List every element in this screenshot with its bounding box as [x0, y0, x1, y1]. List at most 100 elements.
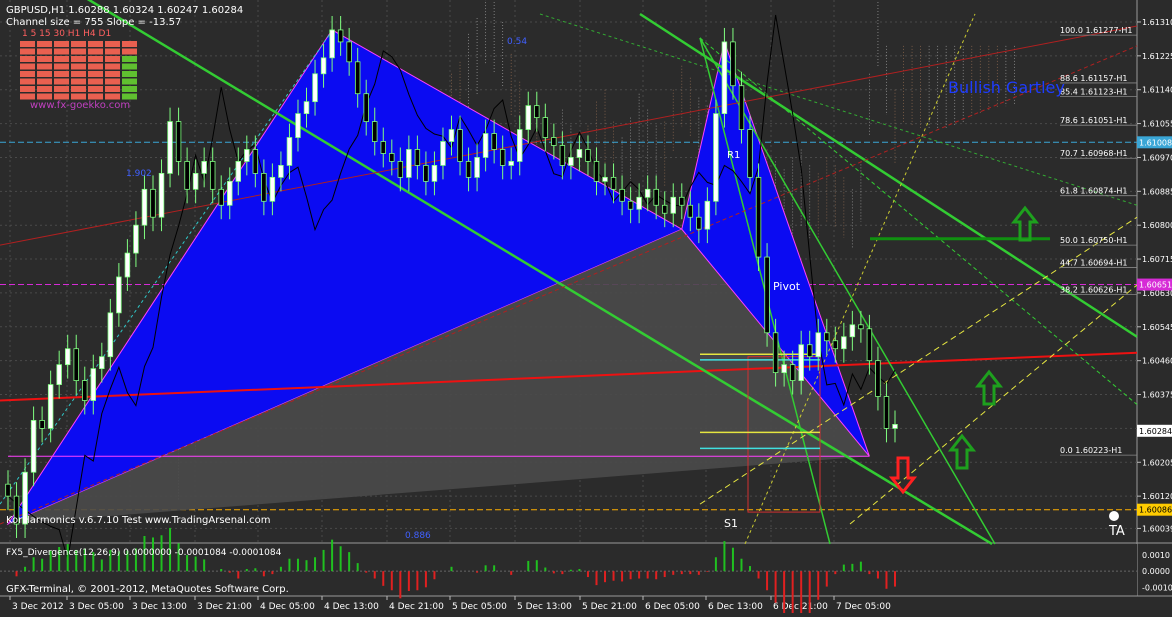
- channel-info: Channel size = 755 Slope = -13.57: [6, 17, 181, 28]
- candle-body: [295, 113, 301, 138]
- timeframe-cell: [88, 71, 103, 77]
- candle-body: [209, 161, 216, 190]
- timeframe-cell: [105, 78, 120, 85]
- fib-label: 44.7 1.60694-H1: [1060, 258, 1127, 267]
- price-marker-label: 1.60651: [1139, 281, 1172, 290]
- candle-body: [5, 483, 11, 497]
- timeframe-cell: [54, 56, 69, 62]
- candle-body: [892, 424, 898, 429]
- timeframe-cell: [37, 63, 52, 70]
- candle-body: [704, 200, 711, 230]
- timeframe-cell: [37, 48, 52, 55]
- timeframe-cell: [88, 48, 103, 55]
- candle-body: [653, 188, 659, 206]
- price-tick-label: 1.61055: [1142, 120, 1172, 129]
- candle-body: [286, 137, 293, 166]
- candle-body: [627, 200, 634, 210]
- timeframe-cell: [71, 63, 86, 70]
- timeframe-cell: [54, 86, 69, 92]
- candle-body: [585, 149, 591, 162]
- candle-body: [329, 29, 335, 59]
- timeframe-cell: [88, 78, 103, 85]
- fib-label: 85.4 1.61123-H1: [1060, 87, 1127, 96]
- candle-body: [883, 396, 890, 429]
- price-tick-label: 1.60039: [1142, 524, 1172, 533]
- candle-body: [167, 121, 173, 174]
- timeframe-cell: [20, 63, 35, 70]
- candle-body: [261, 172, 267, 202]
- candle-body: [337, 29, 344, 43]
- candle-body: [482, 133, 489, 158]
- candle-body: [491, 133, 497, 150]
- fib-label: 78.6 1.61051-H1: [1060, 116, 1127, 125]
- copyright: GFX-Terminal, © 2001-2012, MetaQuotes So…: [6, 584, 289, 595]
- s1-label: S1: [724, 517, 738, 530]
- time-tick-label: 3 Dec 05:00: [69, 602, 124, 612]
- candle-body: [534, 105, 540, 119]
- timeframe-cell: [88, 63, 103, 70]
- indicator-footer: KorHarmonics v.6.7.10 Test www.TradingAr…: [6, 515, 271, 526]
- timeframe-cell: [54, 78, 69, 85]
- timeframe-cell: [122, 86, 137, 92]
- candle-body: [815, 332, 821, 358]
- osc-tick-label: 0.0000: [1142, 567, 1170, 576]
- candle-body: [431, 165, 438, 182]
- fib-label: 100.0 1.61277-H1: [1060, 26, 1133, 35]
- candle-body: [644, 188, 651, 198]
- timeframe-cell: [122, 41, 137, 47]
- pattern-title: Bullish Gartley: [948, 78, 1065, 97]
- candle-body: [278, 165, 284, 178]
- candle-body: [90, 368, 97, 401]
- candle-body: [542, 117, 549, 138]
- site-url[interactable]: www.fx-goekko.com: [30, 100, 130, 111]
- timeframe-cell: [71, 86, 86, 92]
- timeframe-cell: [88, 93, 103, 100]
- candle-body: [252, 149, 259, 174]
- price-tick-label: 1.61140: [1142, 86, 1172, 95]
- time-tick-label: 4 Dec 05:00: [260, 602, 315, 612]
- timeframe-cell: [122, 93, 137, 100]
- candle-body: [499, 149, 506, 166]
- candle-body: [781, 364, 787, 374]
- candle-body: [474, 157, 480, 178]
- timeframe-row[interactable]: 1 5 15 30 H1 H4 D1: [22, 29, 111, 39]
- fib-label: 38.2 1.60626-H1: [1060, 286, 1127, 295]
- candle-body: [423, 165, 429, 182]
- candle-body: [798, 344, 804, 381]
- mt4-chart-window[interactable]: 100.0 1.61277-H1 88.6 1.61157-H1 85.4 1.61…: [0, 0, 1172, 617]
- timeframe-cell: [71, 48, 86, 55]
- timeframe-cell: [20, 93, 35, 100]
- timeframe-cell: [122, 56, 137, 62]
- time-tick-label: 5 Dec 21:00: [582, 602, 637, 612]
- candle-body: [764, 256, 770, 334]
- candle-body: [841, 336, 847, 350]
- time-tick-label: 5 Dec 13:00: [517, 602, 572, 612]
- timeframe-cell: [54, 48, 69, 55]
- time-tick-label: 3 Dec 21:00: [197, 602, 252, 612]
- candle-body: [730, 41, 736, 87]
- candle-body: [184, 161, 190, 190]
- trader-icon-head: [1109, 511, 1119, 521]
- candle-body: [875, 360, 881, 397]
- timeframe-cell: [71, 56, 86, 62]
- timeframe-cell: [37, 86, 52, 92]
- timeframe-cell: [105, 56, 120, 62]
- osc-tick-label: -0.0010: [1142, 583, 1172, 592]
- timeframe-cell: [54, 41, 69, 47]
- candle-body: [82, 380, 88, 401]
- candle-body: [832, 340, 839, 350]
- time-tick-label: 7 Dec 05:00: [836, 602, 891, 612]
- price-tick-label: 1.60460: [1142, 357, 1172, 366]
- price-chart[interactable]: 100.0 1.61277-H1 88.6 1.61157-H1 85.4 1.61…: [0, 0, 1172, 617]
- price-tick-label: 1.60120: [1142, 492, 1172, 501]
- candle-body: [602, 176, 608, 182]
- candle-body: [47, 384, 54, 429]
- fib-label: 88.6 1.61157-H1: [1060, 74, 1127, 83]
- candle-body: [389, 153, 395, 162]
- timeframe-cell: [54, 63, 69, 70]
- price-tick-label: 1.60375: [1142, 391, 1172, 400]
- candle-body: [636, 196, 642, 210]
- candle-body: [772, 332, 779, 374]
- candle-body: [661, 204, 668, 214]
- candle-body: [457, 129, 463, 162]
